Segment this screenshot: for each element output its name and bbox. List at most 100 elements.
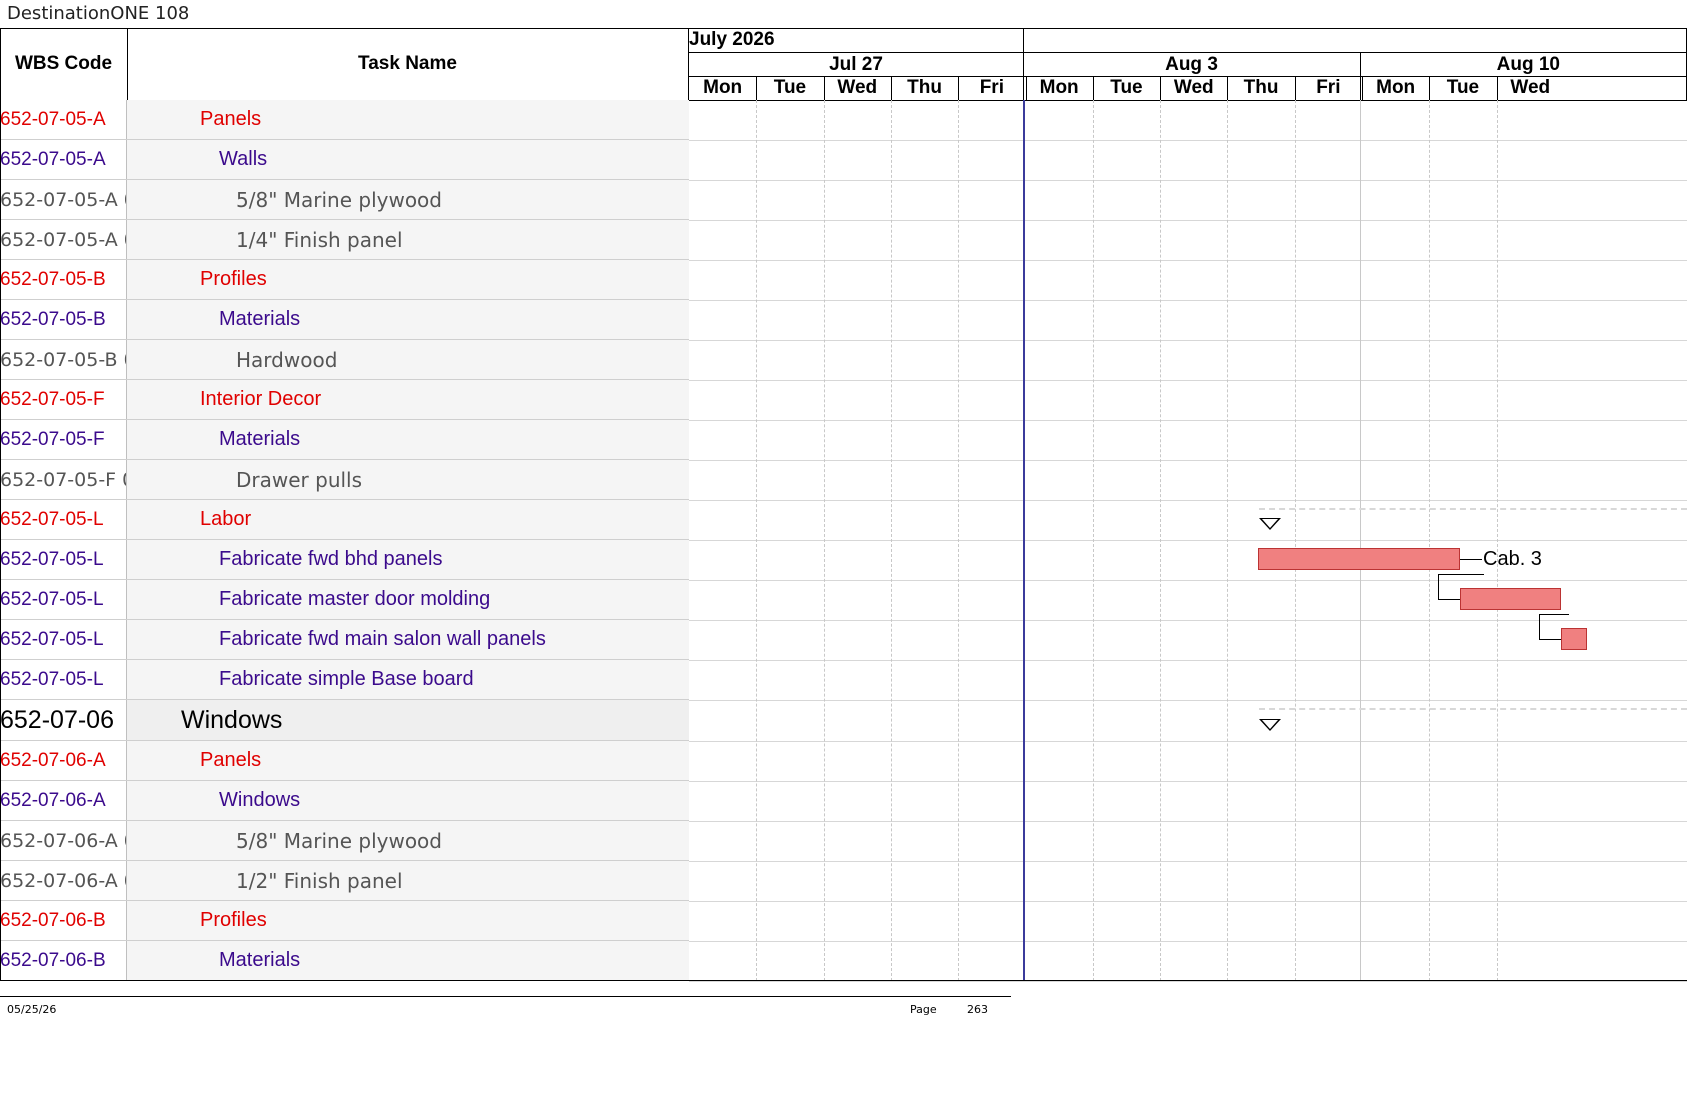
grid-row-line [689, 821, 1687, 822]
grid-row-line [689, 540, 1687, 541]
week-grid-line [1360, 100, 1361, 981]
day-grid-line [1227, 100, 1229, 981]
wbs-code-cell: 652-07-06-B [0, 901, 127, 940]
task-bar[interactable] [1258, 548, 1460, 570]
wbs-code-cell: 652-07-05-F [0, 420, 127, 459]
wbs-code-cell: 652-07-06-A 0 [0, 861, 127, 900]
week-label: Aug 3 [1165, 54, 1218, 75]
grid-row-line [689, 741, 1687, 742]
table-row[interactable]: 652-07-05-L Fabricate master door molding [0, 580, 689, 620]
wbs-code-cell: 652-07-05-L [0, 620, 127, 659]
grid-row-line [689, 580, 1687, 581]
footer-page-number: 263 [967, 1003, 988, 1016]
grid-row-line [689, 140, 1687, 141]
day-label: Wed [1510, 77, 1551, 98]
table-row[interactable]: 652-07-05-A 0 1/4" Finish panel [0, 220, 689, 260]
month-label: July 2026 [689, 29, 775, 50]
table-row[interactable]: 652-07-05-A 0 5/8" Marine plywood [0, 180, 689, 220]
day-header-divider [1025, 76, 1027, 100]
grid-row-line [689, 500, 1687, 501]
grid-row-line [689, 901, 1687, 902]
task-name-cell: Panels [127, 741, 689, 780]
wbs-code-cell: 652-07-06-A 0 [0, 821, 127, 860]
day-label: Wed [837, 77, 878, 98]
day-grid-line [1429, 100, 1431, 981]
day-header-divider [1496, 76, 1498, 100]
table-row[interactable]: 652-07-06-A Windows [0, 781, 689, 821]
task-name-cell: Panels [127, 100, 689, 139]
day-header-divider [1294, 76, 1296, 100]
grid-row-line [689, 220, 1687, 221]
summary-dashed-line [1259, 508, 1687, 510]
day-grid-line [756, 100, 758, 981]
task-name-cell: 5/8" Marine plywood [127, 180, 689, 219]
day-header-divider [1429, 76, 1431, 100]
grid-row-line [689, 781, 1687, 782]
table-row[interactable]: 652-07-05-B Materials [0, 300, 689, 340]
day-label: Thu [907, 77, 942, 98]
table-row[interactable]: 652-07-06-A 0 5/8" Marine plywood [0, 821, 689, 861]
table-row[interactable]: 652-07-05-A Panels [0, 100, 689, 140]
day-grid-line [1092, 100, 1094, 981]
wbs-code-cell: 652-07-05-L [0, 500, 127, 539]
task-name-cell: Windows [127, 700, 689, 740]
table-row[interactable]: 652-07-05-F 0 Drawer pulls [0, 460, 689, 500]
wbs-code-cell: 652-07-05-A 0 [0, 180, 127, 219]
table-row[interactable]: 652-07-05-L Labor [0, 500, 689, 540]
table-row[interactable]: 652-07-06-A Panels [0, 741, 689, 781]
week-label: Aug 10 [1496, 54, 1560, 75]
wbs-code-cell: 652-07-06 [0, 700, 127, 740]
bar-label: Cab. 3 [1483, 548, 1542, 570]
table-row[interactable]: 652-07-05-F Materials [0, 420, 689, 460]
task-name-cell: Walls [127, 140, 689, 179]
grid-row-line [689, 981, 1687, 982]
table-row[interactable]: 652-07-05-L Fabricate fwd bhd panels [0, 540, 689, 580]
grid-row-line [689, 941, 1687, 942]
grid-row-line [689, 620, 1687, 621]
task-name-cell: Materials [127, 420, 689, 459]
wbs-code-cell: 652-07-06-A [0, 741, 127, 780]
wbs-code-cell: 652-07-05-B [0, 260, 127, 299]
grid-row-line [689, 380, 1687, 381]
task-name-cell: Profiles [127, 901, 689, 940]
task-name-cell: Fabricate master door molding [127, 580, 689, 619]
day-label: Mon [1376, 77, 1416, 98]
grid-row-line [689, 300, 1687, 301]
table-row[interactable]: 652-07-05-A Walls [0, 140, 689, 180]
task-name-cell: Profiles [127, 260, 689, 299]
table-row[interactable]: 652-07-05-F Interior Decor [0, 380, 689, 420]
table-row[interactable]: 652-07-05-L Fabricate fwd main salon wall… [0, 620, 689, 660]
table-row[interactable]: 652-07-05-L Fabricate simple Base board [0, 660, 689, 700]
summary-marker-inner [1262, 519, 1278, 528]
table-left-border [0, 28, 1, 981]
day-grid-line [1160, 100, 1162, 981]
grid-row-line [689, 260, 1687, 261]
footer-divider [0, 996, 1011, 997]
week-label: Jul 27 [829, 54, 883, 75]
column-header-wbs[interactable]: WBS Code [0, 28, 127, 100]
task-bar[interactable] [1561, 628, 1587, 650]
table-row[interactable]: 652-07-05-B 0 Hardwood [0, 340, 689, 380]
day-header-divider [1092, 76, 1094, 100]
day-grid-line [823, 100, 825, 981]
table-row[interactable]: 652-07-06-B Profiles [0, 901, 689, 941]
wbs-code-cell: 652-07-05-B [0, 300, 127, 339]
table-row[interactable]: 652-07-06-B Materials [0, 941, 689, 981]
wbs-code-cell: 652-07-05-A [0, 140, 127, 179]
current-date-line [1023, 100, 1025, 981]
day-label: Mon [1039, 77, 1079, 98]
table-bottom-border [0, 980, 1687, 981]
grid-row-line [689, 180, 1687, 181]
wbs-code-cell: 652-07-06-A [0, 781, 127, 820]
table-row[interactable]: 652-07-05-B Profiles [0, 260, 689, 300]
wbs-code-cell: 652-07-06-B [0, 941, 127, 980]
table-row[interactable]: 652-07-06-A 0 1/2" Finish panel [0, 861, 689, 901]
table-row[interactable]: 652-07-06 Windows [0, 700, 689, 741]
column-header-task[interactable]: Task Name [127, 28, 688, 100]
day-header-divider [1362, 76, 1363, 100]
task-name-cell: 5/8" Marine plywood [127, 821, 689, 860]
day-grid-line [958, 100, 960, 981]
grid-row-line [689, 700, 1687, 701]
day-label: Tue [1110, 77, 1143, 98]
task-bar[interactable] [1460, 588, 1561, 610]
